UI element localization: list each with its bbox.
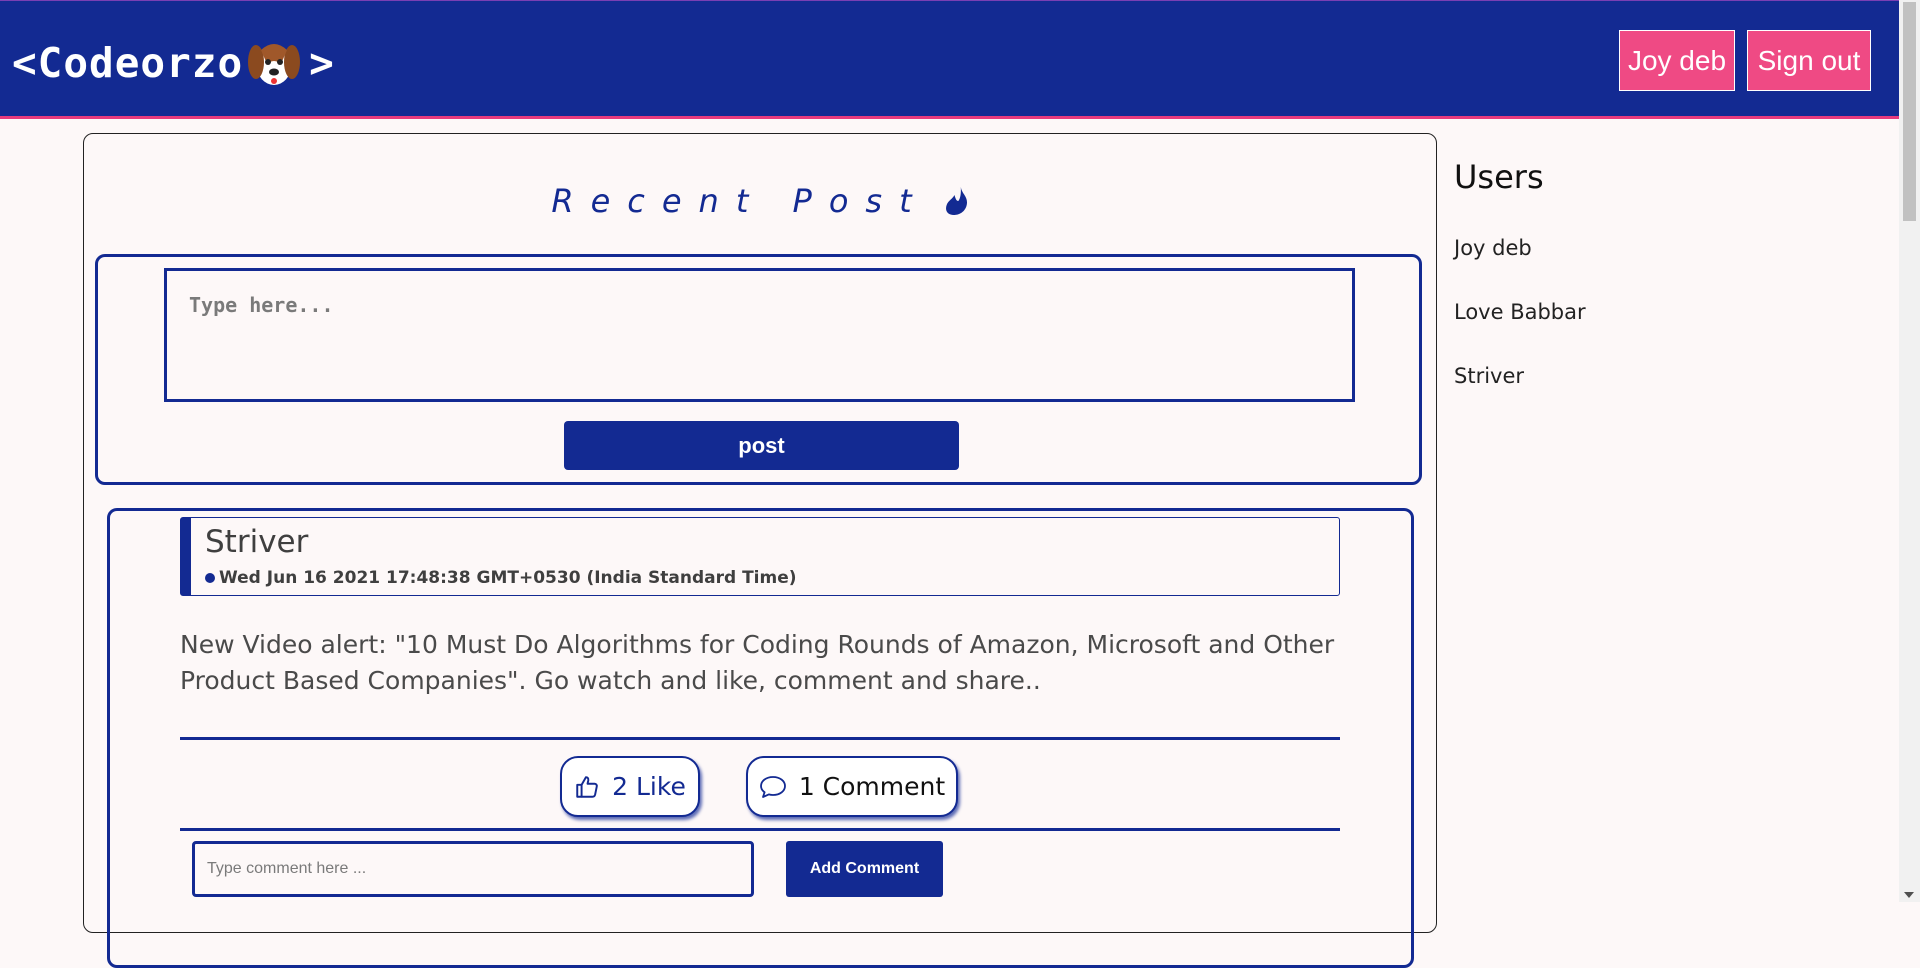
divider [180,828,1340,831]
speech-bubble-icon [759,775,786,798]
thumbs-up-icon [576,775,598,798]
current-user-button[interactable]: Joy deb [1619,30,1735,91]
user-item-love-babbar[interactable]: Love Babbar [1454,300,1586,324]
user-item-joy-deb[interactable]: Joy deb [1454,236,1532,260]
user-item-striver[interactable]: Striver [1454,364,1524,388]
feed-panel: Recent Post post Striver Wed Jun 16 2021… [83,133,1437,968]
comment-input[interactable] [192,841,754,897]
post-composer: post [95,254,1422,485]
flame-icon [943,186,969,224]
post-textarea[interactable] [164,268,1355,402]
post-author-name[interactable]: Striver [205,524,308,560]
app-logo[interactable]: <Codeorzo > [12,37,335,89]
scrollbar-thumb[interactable] [1903,2,1916,221]
divider [180,737,1340,740]
sign-out-button[interactable]: Sign out [1747,30,1871,91]
feed-title-text: Recent Post [551,182,929,220]
logo-text-right: > [309,39,335,87]
comment-count-label: 1 Comment [798,772,946,801]
comment-button[interactable]: 1 Comment [746,756,958,817]
top-navbar: <Codeorzo > Joy deb Sign out [0,0,1899,119]
like-button[interactable]: 2 Like [560,756,700,817]
scroll-down-arrow-icon[interactable] [1904,892,1914,898]
post-card: Striver Wed Jun 16 2021 17:48:38 GMT+053… [107,508,1414,968]
post-button[interactable]: post [564,421,959,470]
like-count-label: 2 Like [612,772,686,801]
logo-text-left: <Codeorzo [12,39,244,87]
page-scrollbar[interactable] [1899,0,1920,902]
users-heading: Users [1454,158,1544,196]
add-comment-button[interactable]: Add Comment [786,841,943,897]
bullet-dot-icon [205,573,215,583]
post-timestamp: Wed Jun 16 2021 17:48:38 GMT+0530 (India… [205,568,797,588]
post-timestamp-text: Wed Jun 16 2021 17:48:38 GMT+0530 (India… [219,568,797,588]
feed-title: Recent Post [84,182,1436,224]
post-body: New Video alert: "10 Must Do Algorithms … [180,630,1335,695]
post-author-header: Striver Wed Jun 16 2021 17:48:38 GMT+053… [180,517,1340,596]
dog-face-icon [247,36,301,90]
